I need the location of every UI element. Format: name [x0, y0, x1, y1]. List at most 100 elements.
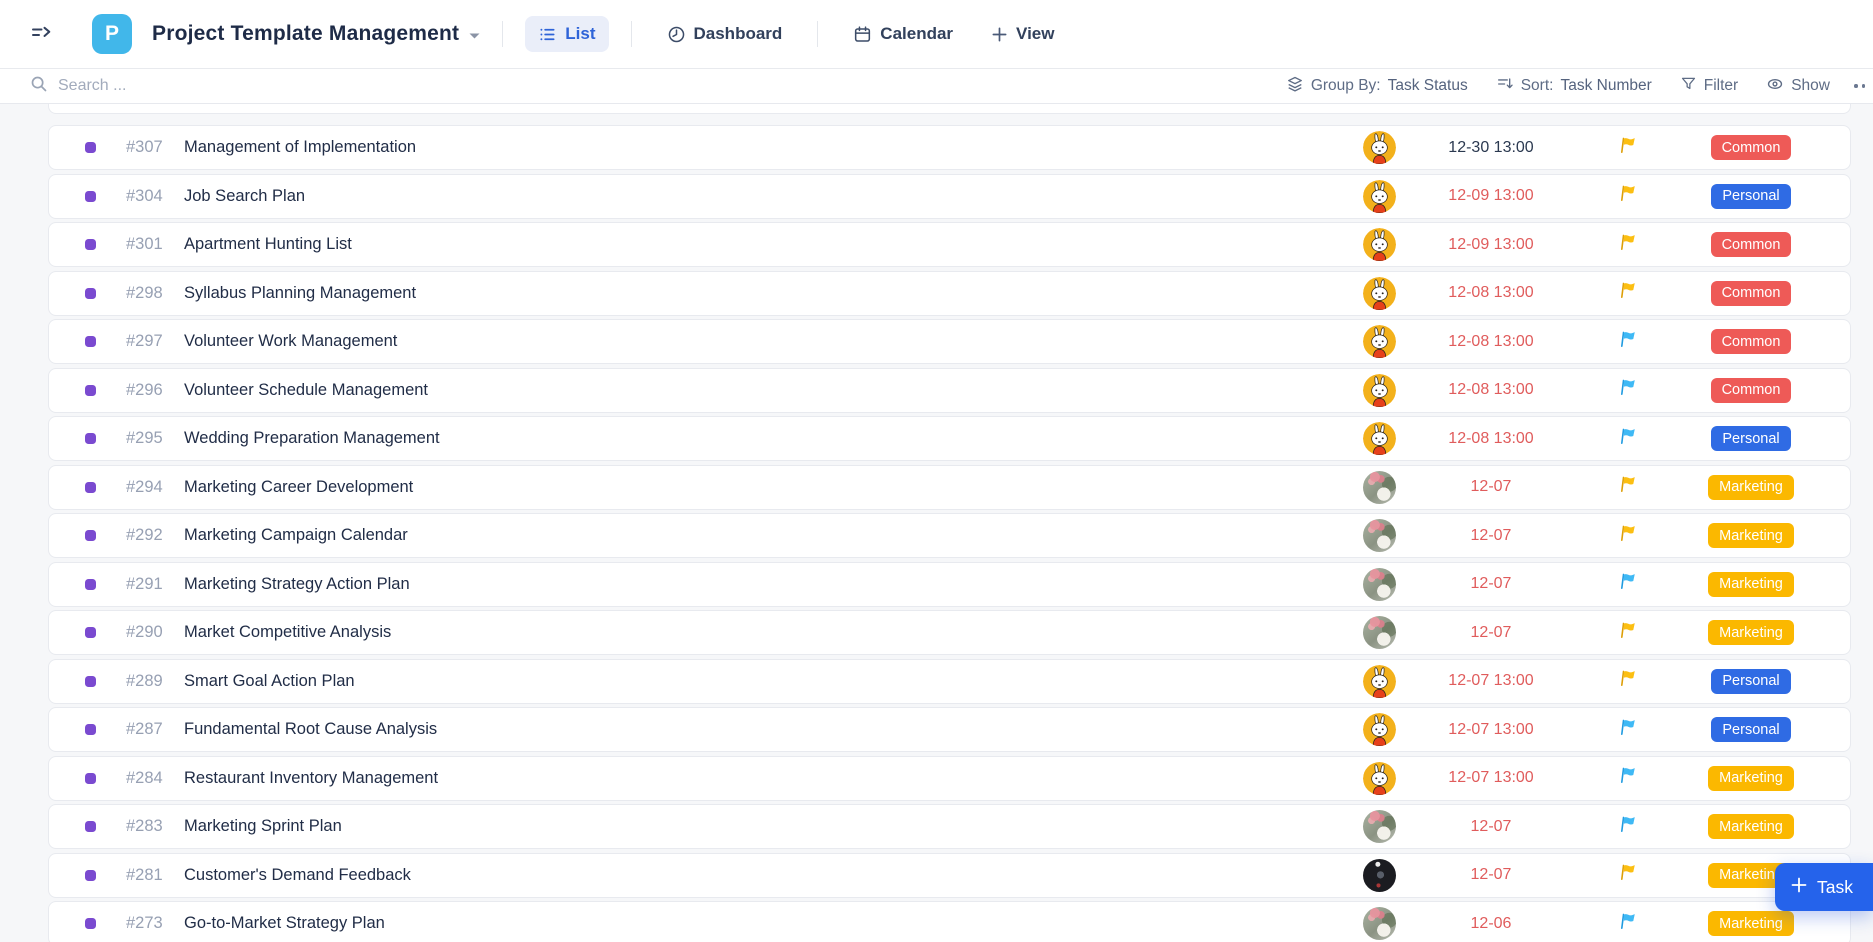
status-square[interactable]: [85, 142, 96, 153]
task-name[interactable]: Market Competitive Analysis: [184, 623, 1357, 642]
expand-sidebar-icon[interactable]: [30, 21, 56, 47]
assignee-avatar[interactable]: [1363, 762, 1396, 795]
task-row[interactable]: #298 Syllabus Planning Management 12-08 …: [48, 271, 1851, 316]
tag-badge[interactable]: Personal: [1711, 426, 1790, 451]
priority-flag-icon[interactable]: [1620, 719, 1637, 741]
assignee-avatar[interactable]: [1363, 180, 1396, 213]
status-square[interactable]: [85, 627, 96, 638]
tag-badge[interactable]: Marketing: [1708, 475, 1794, 500]
task-name[interactable]: Marketing Campaign Calendar: [184, 526, 1357, 545]
due-date[interactable]: 12-06: [1401, 915, 1581, 933]
add-view-button[interactable]: View: [978, 16, 1067, 52]
tag-badge[interactable]: Common: [1711, 329, 1792, 354]
task-name[interactable]: Marketing Career Development: [184, 478, 1357, 497]
status-square[interactable]: [85, 336, 96, 347]
assignee-avatar[interactable]: [1363, 325, 1396, 358]
show-button[interactable]: Show: [1766, 75, 1830, 98]
priority-flag-icon[interactable]: [1620, 234, 1637, 256]
assignee-avatar[interactable]: [1363, 374, 1396, 407]
priority-flag-icon[interactable]: [1620, 767, 1637, 789]
assignee-avatar[interactable]: [1363, 131, 1396, 164]
status-square[interactable]: [85, 724, 96, 735]
status-square[interactable]: [85, 385, 96, 396]
task-name[interactable]: Customer's Demand Feedback: [184, 866, 1357, 885]
priority-flag-icon[interactable]: [1620, 913, 1637, 935]
priority-flag-icon[interactable]: [1620, 816, 1637, 838]
priority-flag-icon[interactable]: [1620, 185, 1637, 207]
add-task-button[interactable]: Task: [1775, 863, 1873, 911]
task-row[interactable]: #296 Volunteer Schedule Management 12-08…: [48, 368, 1851, 413]
due-date[interactable]: 12-09 13:00: [1401, 236, 1581, 254]
tag-badge[interactable]: Common: [1711, 232, 1792, 257]
task-row[interactable]: #281 Customer's Demand Feedback 12-07 Ma…: [48, 853, 1851, 898]
group-by-button[interactable]: Group By: Task Status: [1286, 75, 1468, 98]
tag-badge[interactable]: Marketing: [1708, 523, 1794, 548]
due-date[interactable]: 12-30 13:00: [1401, 139, 1581, 157]
task-row[interactable]: #294 Marketing Career Development 12-07 …: [48, 465, 1851, 510]
task-row[interactable]: #290 Market Competitive Analysis 12-07 M…: [48, 610, 1851, 655]
status-square[interactable]: [85, 676, 96, 687]
priority-flag-icon[interactable]: [1620, 476, 1637, 498]
status-square[interactable]: [85, 773, 96, 784]
assignee-avatar[interactable]: [1363, 907, 1396, 940]
due-date[interactable]: 12-08 13:00: [1401, 381, 1581, 399]
task-name[interactable]: Marketing Strategy Action Plan: [184, 575, 1357, 594]
priority-flag-icon[interactable]: [1620, 379, 1637, 401]
due-date[interactable]: 12-07 13:00: [1401, 672, 1581, 690]
due-date[interactable]: 12-07 13:00: [1401, 721, 1581, 739]
project-logo[interactable]: P: [92, 14, 132, 54]
assignee-avatar[interactable]: [1363, 471, 1396, 504]
due-date[interactable]: 12-07: [1401, 527, 1581, 545]
tag-badge[interactable]: Personal: [1711, 669, 1790, 694]
priority-flag-icon[interactable]: [1620, 864, 1637, 886]
assignee-avatar[interactable]: [1363, 713, 1396, 746]
due-date[interactable]: 12-08 13:00: [1401, 430, 1581, 448]
priority-flag-icon[interactable]: [1620, 428, 1637, 450]
assignee-avatar[interactable]: [1363, 810, 1396, 843]
tab-list[interactable]: List: [525, 16, 608, 52]
task-name[interactable]: Go-to-Market Strategy Plan: [184, 914, 1357, 933]
tag-badge[interactable]: Marketing: [1708, 620, 1794, 645]
tag-badge[interactable]: Marketing: [1708, 911, 1794, 936]
task-name[interactable]: Job Search Plan: [184, 187, 1357, 206]
tab-dashboard[interactable]: Dashboard: [654, 16, 796, 52]
tag-badge[interactable]: Personal: [1711, 184, 1790, 209]
search-input[interactable]: [58, 77, 358, 95]
status-square[interactable]: [85, 870, 96, 881]
due-date[interactable]: 12-08 13:00: [1401, 333, 1581, 351]
task-row[interactable]: #283 Marketing Sprint Plan 12-07 Marketi…: [48, 804, 1851, 849]
task-row[interactable]: #307 Management of Implementation 12-30 …: [48, 125, 1851, 170]
task-name[interactable]: Wedding Preparation Management: [184, 429, 1357, 448]
task-row[interactable]: #304 Job Search Plan 12-09 13:00 Persona…: [48, 174, 1851, 219]
tag-badge[interactable]: Marketing: [1708, 572, 1794, 597]
task-name[interactable]: Smart Goal Action Plan: [184, 672, 1357, 691]
sort-button[interactable]: Sort: Task Number: [1496, 75, 1652, 98]
task-row[interactable]: #292 Marketing Campaign Calendar 12-07 M…: [48, 513, 1851, 558]
task-name[interactable]: Marketing Sprint Plan: [184, 817, 1357, 836]
more-options-icon[interactable]: [1854, 84, 1865, 88]
priority-flag-icon[interactable]: [1620, 525, 1637, 547]
assignee-avatar[interactable]: [1363, 228, 1396, 261]
task-name[interactable]: Apartment Hunting List: [184, 235, 1357, 254]
assignee-avatar[interactable]: [1363, 859, 1396, 892]
assignee-avatar[interactable]: [1363, 616, 1396, 649]
status-square[interactable]: [85, 821, 96, 832]
status-square[interactable]: [85, 579, 96, 590]
status-square[interactable]: [85, 530, 96, 541]
task-row[interactable]: #287 Fundamental Root Cause Analysis 12-…: [48, 707, 1851, 752]
task-name[interactable]: Volunteer Work Management: [184, 332, 1357, 351]
assignee-avatar[interactable]: [1363, 422, 1396, 455]
due-date[interactable]: 12-07: [1401, 866, 1581, 884]
status-square[interactable]: [85, 482, 96, 493]
assignee-avatar[interactable]: [1363, 519, 1396, 552]
assignee-avatar[interactable]: [1363, 665, 1396, 698]
due-date[interactable]: 12-09 13:00: [1401, 187, 1581, 205]
tag-badge[interactable]: Common: [1711, 281, 1792, 306]
tag-badge[interactable]: Marketing: [1708, 766, 1794, 791]
status-square[interactable]: [85, 288, 96, 299]
status-square[interactable]: [85, 918, 96, 929]
task-row[interactable]: #291 Marketing Strategy Action Plan 12-0…: [48, 562, 1851, 607]
due-date[interactable]: 12-07: [1401, 818, 1581, 836]
priority-flag-icon[interactable]: [1620, 622, 1637, 644]
task-name[interactable]: Fundamental Root Cause Analysis: [184, 720, 1357, 739]
